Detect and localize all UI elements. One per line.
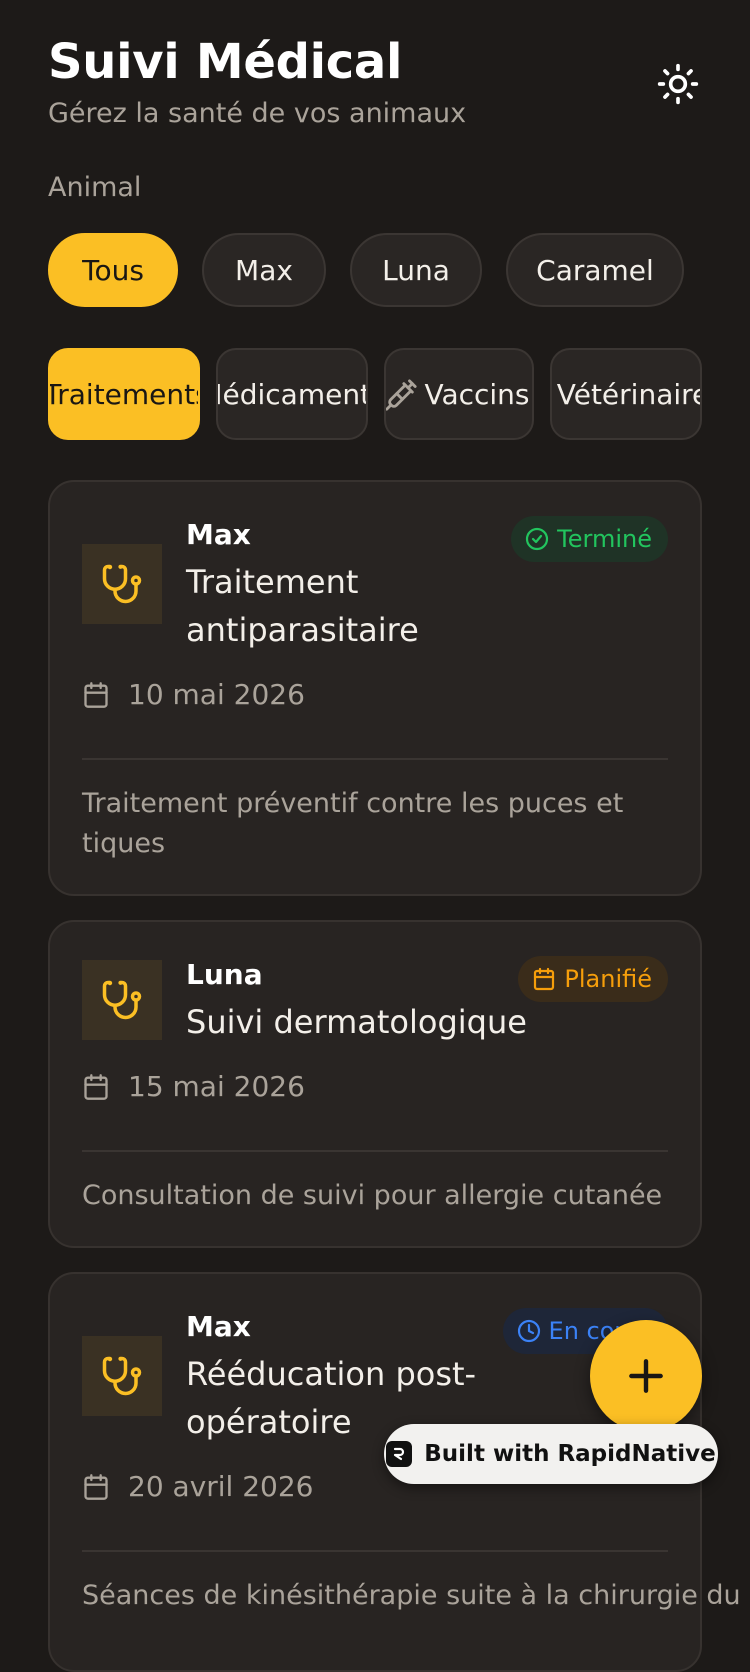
syringe-icon <box>386 379 417 411</box>
record-date: 10 mai 2026 <box>128 678 305 711</box>
page-subtitle: Gérez la santé de vos animaux <box>48 98 467 129</box>
record-pet-name: Max <box>186 1310 251 1343</box>
tab-label: Médicaments <box>218 377 366 411</box>
status-badge: Planifié <box>518 956 668 1002</box>
status-label: Terminé <box>557 525 652 553</box>
record-pet-name: Luna <box>186 958 263 991</box>
calendar-icon <box>534 967 555 991</box>
tab-label: Vaccins <box>424 377 530 411</box>
plus-icon <box>629 1359 663 1393</box>
record-title: Suivi dermatologique <box>186 1003 527 1041</box>
record-description: Séances de kinésithérapie suite à la chi… <box>82 1580 741 1611</box>
card-divider <box>82 1550 668 1552</box>
built-with-badge[interactable]: Built with RapidNative <box>384 1424 718 1484</box>
record-title: Traitement antiparasitaire <box>186 563 419 649</box>
calendar-icon <box>84 681 108 708</box>
status-badge: Terminé <box>511 516 668 562</box>
theme-toggle-button[interactable] <box>654 60 702 108</box>
tab-vaccins[interactable]: Vaccins <box>384 348 534 440</box>
tab-traitements[interactable]: Traitements <box>48 348 200 440</box>
animal-chip-caramel[interactable]: Caramel <box>506 233 684 307</box>
stethoscope-icon <box>102 564 142 604</box>
record-description: Traitement préventif contre les puces et… <box>82 788 624 859</box>
record-icon-box <box>82 1336 162 1416</box>
sun-icon <box>657 63 699 105</box>
record-pet-name: Max <box>186 518 251 551</box>
record-card[interactable]: Max Traitement antiparasitaire Terminé 1… <box>48 480 702 896</box>
tab-medicaments[interactable]: Médicaments <box>216 348 368 440</box>
tab-label: Traitements <box>48 377 200 411</box>
status-label: Planifié <box>564 965 652 993</box>
tab-label: Vétérinaire <box>556 377 702 411</box>
tab-veterinaire[interactable]: Vétérinaire <box>550 348 702 440</box>
animal-chip-tous[interactable]: Tous <box>48 233 178 307</box>
stethoscope-icon <box>102 980 142 1020</box>
record-date-row: 10 mai 2026 <box>82 678 305 711</box>
animal-chip-max[interactable]: Max <box>202 233 326 307</box>
stethoscope-icon <box>102 1356 142 1396</box>
card-divider <box>82 758 668 760</box>
card-divider <box>82 1150 668 1152</box>
record-date: 20 avril 2026 <box>128 1470 314 1503</box>
clock-icon <box>517 1319 540 1343</box>
check-circle-icon <box>526 527 549 551</box>
record-description: Consultation de suivi pour allergie cuta… <box>82 1180 663 1211</box>
calendar-icon <box>84 1473 108 1500</box>
record-date: 15 mai 2026 <box>128 1070 305 1103</box>
add-record-button[interactable] <box>590 1320 702 1432</box>
animal-filter-label: Animal <box>48 172 142 203</box>
record-icon-box <box>82 960 162 1040</box>
built-with-label: Built with RapidNative <box>424 1441 716 1467</box>
page-title: Suivi Médical <box>48 34 403 90</box>
animal-chip-luna[interactable]: Luna <box>350 233 482 307</box>
record-date-row: 15 mai 2026 <box>82 1070 305 1103</box>
record-icon-box <box>82 544 162 624</box>
record-date-row: 20 avril 2026 <box>82 1470 314 1503</box>
rapidnative-logo-icon <box>386 1441 413 1467</box>
calendar-icon <box>84 1073 108 1100</box>
record-card[interactable]: Luna Suivi dermatologique Planifié 15 ma… <box>48 920 702 1248</box>
